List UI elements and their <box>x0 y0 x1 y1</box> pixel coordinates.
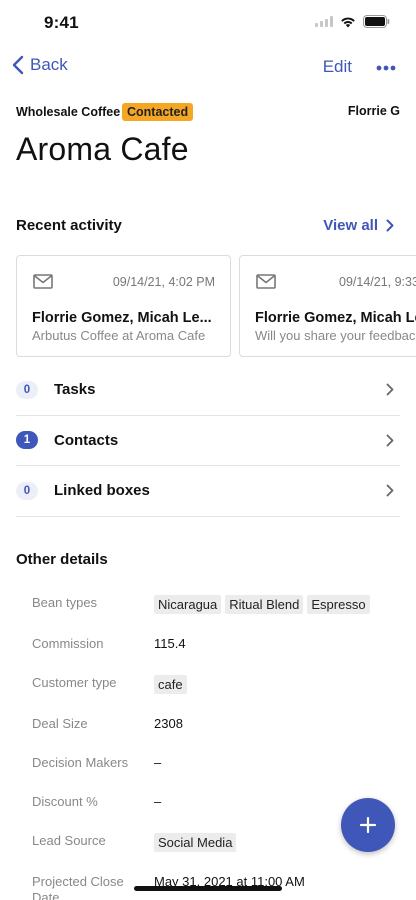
field-label: Commission <box>32 636 104 651</box>
activity-preview: Will you share your feedback <box>255 328 416 343</box>
field-label: Decision Makers <box>32 755 129 770</box>
box-title: Aroma Cafe <box>16 131 189 167</box>
status-time: 9:41 <box>44 13 79 32</box>
chevron-left-icon <box>12 55 24 75</box>
chevron-right-icon <box>386 484 394 497</box>
field-value: 115.4 <box>154 636 186 651</box>
field-label: Lead Source <box>32 833 106 848</box>
count-badge: 0 <box>16 380 38 399</box>
view-all-button[interactable]: View all <box>323 217 394 234</box>
count-badge: 1 <box>16 431 38 450</box>
activity-subject: Florrie Gomez, Micah Le... <box>32 310 212 326</box>
home-indicator[interactable] <box>134 886 282 891</box>
battery-icon <box>363 15 390 28</box>
lead-source-tag: Social Media <box>154 833 237 852</box>
signal-icon <box>315 16 333 27</box>
wifi-icon <box>341 17 355 27</box>
activity-preview: Arbutus Coffee at Aroma Cafe <box>32 328 206 343</box>
bean-type-tag: Ritual Blend <box>225 595 304 614</box>
view-all-label: View all <box>323 217 378 234</box>
list-item-tasks[interactable]: 0 Tasks <box>16 365 400 416</box>
plus-icon <box>359 816 377 834</box>
chevron-right-icon <box>386 383 394 396</box>
field-value: Social Media <box>154 833 237 852</box>
recent-activity-label: Recent activity <box>16 217 122 234</box>
field-value: Nicaragua Ritual Blend Espresso <box>154 595 370 614</box>
activity-date: 09/14/21, 9:33 <box>339 275 416 289</box>
box-header: Wholesale Coffee Contacted Florrie G <box>16 103 400 125</box>
recent-activity-header: Recent activity View all <box>16 217 400 239</box>
field-value: – <box>154 755 162 770</box>
back-label: Back <box>30 55 68 74</box>
bean-type-tag: Espresso <box>307 595 370 614</box>
pipeline-name[interactable]: Wholesale Coffee <box>16 105 120 119</box>
field-value: cafe <box>154 675 187 694</box>
customer-type-tag: cafe <box>154 675 187 694</box>
field-value: – <box>154 794 162 809</box>
list-item-label: Contacts <box>54 431 119 449</box>
list-item-label: Tasks <box>54 381 96 399</box>
edit-button[interactable]: Edit <box>323 57 352 77</box>
mail-icon <box>33 274 53 289</box>
field-label: Projected Close Date <box>32 874 124 900</box>
list-item-linked-boxes[interactable]: 0 Linked boxes <box>16 466 400 517</box>
stage-badge[interactable]: Contacted <box>122 103 194 121</box>
other-details-header: Other details <box>16 551 108 568</box>
count-badge: 0 <box>16 481 38 500</box>
field-label: Deal Size <box>32 716 88 731</box>
bean-type-tag: Nicaragua <box>154 595 222 614</box>
activity-carousel[interactable]: 09/14/21, 4:02 PM Florrie Gomez, Micah L… <box>16 255 416 357</box>
linked-items-list: 0 Tasks 1 Contacts 0 Linked boxes <box>16 365 400 517</box>
field-label: Customer type <box>32 675 117 690</box>
activity-date: 09/14/21, 4:02 PM <box>112 275 215 289</box>
activity-card[interactable]: 09/14/21, 4:02 PM Florrie Gomez, Micah L… <box>16 255 231 357</box>
activity-subject: Florrie Gomez, Micah Le <box>255 310 416 326</box>
field-value: 2308 <box>154 716 183 731</box>
add-button[interactable] <box>341 798 395 852</box>
list-item-label: Linked boxes <box>54 482 150 500</box>
back-button[interactable]: Back <box>12 55 68 75</box>
chevron-right-icon <box>386 219 394 232</box>
navigation-bar: Back Edit <box>0 52 416 84</box>
chevron-right-icon <box>386 434 394 446</box>
activity-card[interactable]: 09/14/21, 9:33 Florrie Gomez, Micah Le W… <box>239 255 416 357</box>
more-horizontal-icon <box>376 65 396 71</box>
status-bar: 9:41 <box>0 0 416 46</box>
more-options-button[interactable] <box>376 58 396 76</box>
assignee-name[interactable]: Florrie G <box>348 104 400 118</box>
field-label: Discount % <box>32 794 98 809</box>
field-label: Bean types <box>32 595 98 610</box>
list-item-contacts[interactable]: 1 Contacts <box>16 416 400 466</box>
mail-icon <box>256 274 276 289</box>
status-icons <box>315 15 390 28</box>
